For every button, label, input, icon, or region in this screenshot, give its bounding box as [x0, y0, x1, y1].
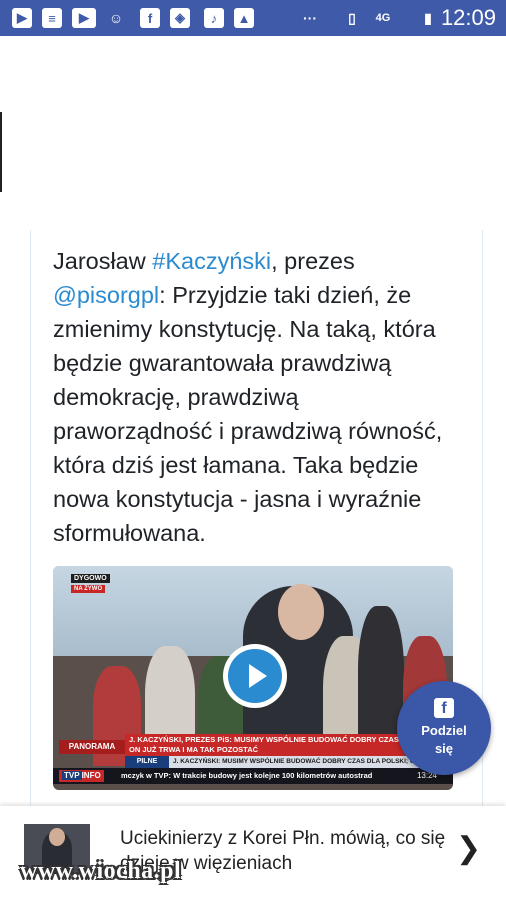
hashtag-link[interactable]: #Kaczyński	[152, 248, 271, 274]
more-icon: ···	[303, 10, 317, 26]
chevron-right-icon[interactable]: ❯	[456, 834, 481, 864]
tweet-text-part: , prezes	[271, 248, 355, 274]
signal-icon: 4G	[375, 12, 391, 24]
thumbnail-head	[49, 828, 65, 846]
maps-icon: ◈	[170, 8, 190, 28]
video-speaker-head	[278, 584, 324, 640]
related-article-bar[interactable]: Uciekinierzy z Korei Płn. mówią, co się …	[0, 806, 506, 900]
clock-time: 12:09	[440, 5, 496, 30]
tweet-text-part: Jarosław	[53, 248, 153, 274]
status-bar: ▶ ≡ ▶ ☺ f ◈ ♪ ▲ ··· ▯ 4G ▮ 12:09	[0, 0, 506, 36]
video-message-icon: ▶	[12, 8, 32, 28]
location-tag: DYGOWO	[71, 574, 110, 583]
mention-link[interactable]: @pisorgpl	[53, 282, 159, 308]
share-label: Podziel się	[421, 723, 467, 756]
play-icon	[228, 649, 282, 703]
facebook-icon: f	[434, 698, 454, 718]
news-icon: ≡	[42, 8, 62, 28]
battery-icon: ▮	[424, 9, 432, 26]
live-tag: NA ŻYWO	[71, 585, 106, 593]
emoji-icon: ☺	[108, 10, 124, 26]
site-watermark: www.wiocha.pl	[20, 858, 182, 884]
ticker-text: mczyk w TVP: W trakcie budowy jest kolej…	[121, 771, 373, 780]
channel-logo-part: INFO	[81, 771, 101, 780]
play-button[interactable]	[223, 644, 287, 708]
youtube-icon: ▶	[72, 8, 96, 28]
channel-logo: TVP INFO	[59, 770, 104, 782]
program-label: PANORAMA	[59, 740, 125, 754]
channel-logo-part: TVP	[62, 771, 82, 780]
tweet-text: Jarosław #Kaczyński, prezes @pisorgpl: P…	[53, 244, 453, 550]
gallery-icon: ▲	[234, 8, 254, 28]
edge-marker	[0, 112, 2, 192]
facebook-icon: f	[140, 8, 160, 28]
tweet-text-part: : Przyjdzie taki dzień, że zmienimy kons…	[53, 282, 443, 546]
vibrate-icon: ▯	[348, 9, 356, 26]
urgent-label: PILNE	[125, 756, 169, 768]
video-player[interactable]: DYGOWO NA ŻYWO PANORAMA J. KACZYŃSKI, PR…	[53, 566, 453, 790]
music-icon: ♪	[204, 8, 224, 28]
share-button[interactable]: f Podziel się	[397, 681, 491, 775]
